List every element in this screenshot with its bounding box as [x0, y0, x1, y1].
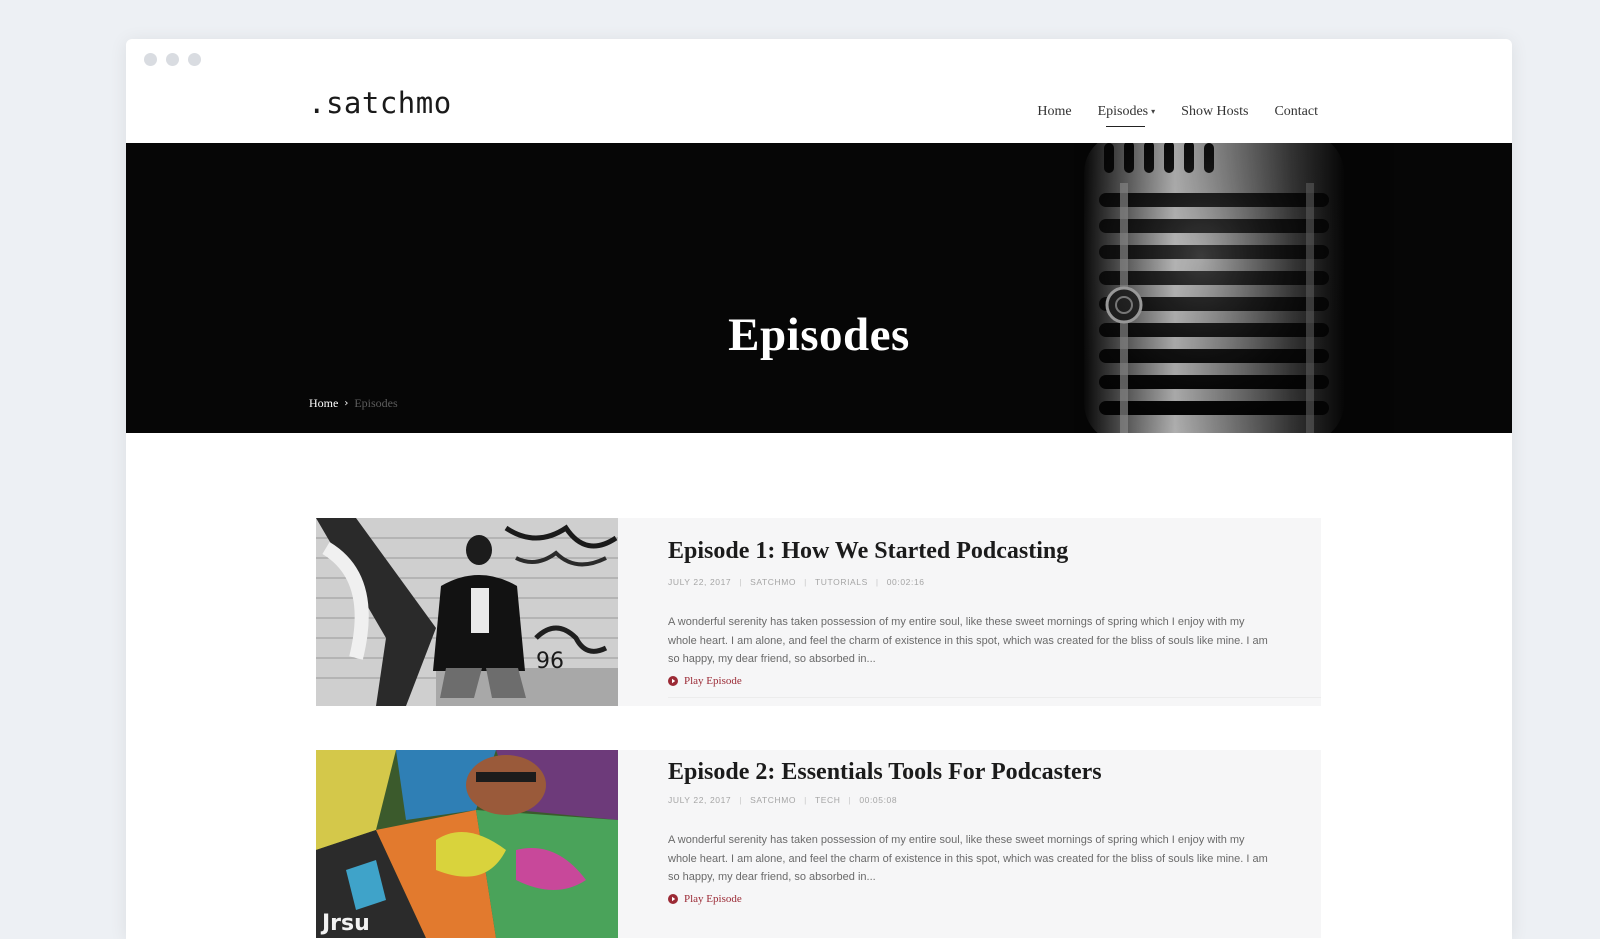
microphone-image [1074, 143, 1394, 433]
episode-excerpt: A wonderful serenity has taken possessio… [668, 616, 1268, 665]
episode-title[interactable]: Episode 2: Essentials Tools For Podcaste… [668, 760, 1102, 784]
meta-divider: | [848, 795, 852, 805]
nav-item-episodes-label: Episodes [1097, 104, 1149, 119]
main-nav: Home Episodes ▾ Show Hosts Contact [1037, 104, 1318, 127]
episode-thumbnail[interactable]: Jrsu [316, 750, 618, 938]
svg-text:96: 96 [536, 649, 564, 674]
page-hero: Episodes Home › Episodes [126, 143, 1512, 433]
episode-title[interactable]: Episode 1: How We Started Podcasting [668, 539, 1068, 563]
episode-thumbnail[interactable]: 96 [316, 518, 618, 706]
play-episode-button[interactable]: Play Episode [668, 893, 742, 905]
chevron-down-icon: ▾ [1151, 107, 1156, 116]
episode-author[interactable]: SATCHMO [750, 795, 796, 805]
episode-date: JULY 22, 2017 [668, 577, 732, 587]
svg-text:Jrsu: Jrsu [320, 911, 370, 936]
site-logo[interactable]: .satchmo [308, 89, 452, 118]
chevron-right-icon: › [344, 398, 349, 409]
breadcrumb-home-link[interactable]: Home [309, 396, 338, 411]
nav-item-contact[interactable]: Contact [1274, 105, 1318, 119]
episode-excerpt: A wonderful serenity has taken possessio… [668, 834, 1268, 883]
episode-duration: 00:05:08 [859, 795, 898, 805]
page-title: Episodes [728, 309, 910, 362]
meta-divider: | [739, 577, 743, 587]
nav-item-show-hosts[interactable]: Show Hosts [1181, 105, 1248, 119]
card-divider [668, 697, 1321, 698]
episode-card: 96 Episode 1: How We Started Podcasting … [316, 518, 1321, 706]
meta-divider: | [804, 795, 807, 805]
episode-meta: JULY 22, 2017 | SATCHMO | TUTORIALS | 00… [668, 577, 925, 587]
play-episode-button[interactable]: Play Episode [668, 675, 742, 687]
episode-date: JULY 22, 2017 [668, 795, 732, 805]
episode-category[interactable]: TECH [815, 795, 841, 805]
breadcrumb: Home › Episodes [309, 396, 398, 411]
play-episode-label: Play Episode [684, 893, 742, 905]
meta-divider: | [804, 577, 807, 587]
play-icon [668, 894, 678, 904]
play-episode-label: Play Episode [684, 675, 742, 687]
meta-divider: | [739, 795, 743, 805]
meta-divider: | [875, 577, 879, 587]
breadcrumb-current: Episodes [354, 396, 398, 410]
episode-card: Jrsu Episode 2: Essentials Tools For Pod… [316, 750, 1321, 938]
site-header: .satchmo Home Episodes ▾ Show Hosts Cont… [126, 39, 1512, 143]
episode-meta: JULY 22, 2017 | SATCHMO | TECH | 00:05:0… [668, 795, 897, 805]
nav-item-home[interactable]: Home [1037, 105, 1071, 119]
browser-window: .satchmo Home Episodes ▾ Show Hosts Cont… [126, 39, 1512, 939]
episode-author[interactable]: SATCHMO [750, 577, 796, 587]
play-icon [668, 676, 678, 686]
nav-item-episodes[interactable]: Episodes ▾ [1097, 104, 1156, 127]
episode-duration: 00:02:16 [886, 577, 925, 587]
episode-category[interactable]: TUTORIALS [815, 577, 868, 587]
